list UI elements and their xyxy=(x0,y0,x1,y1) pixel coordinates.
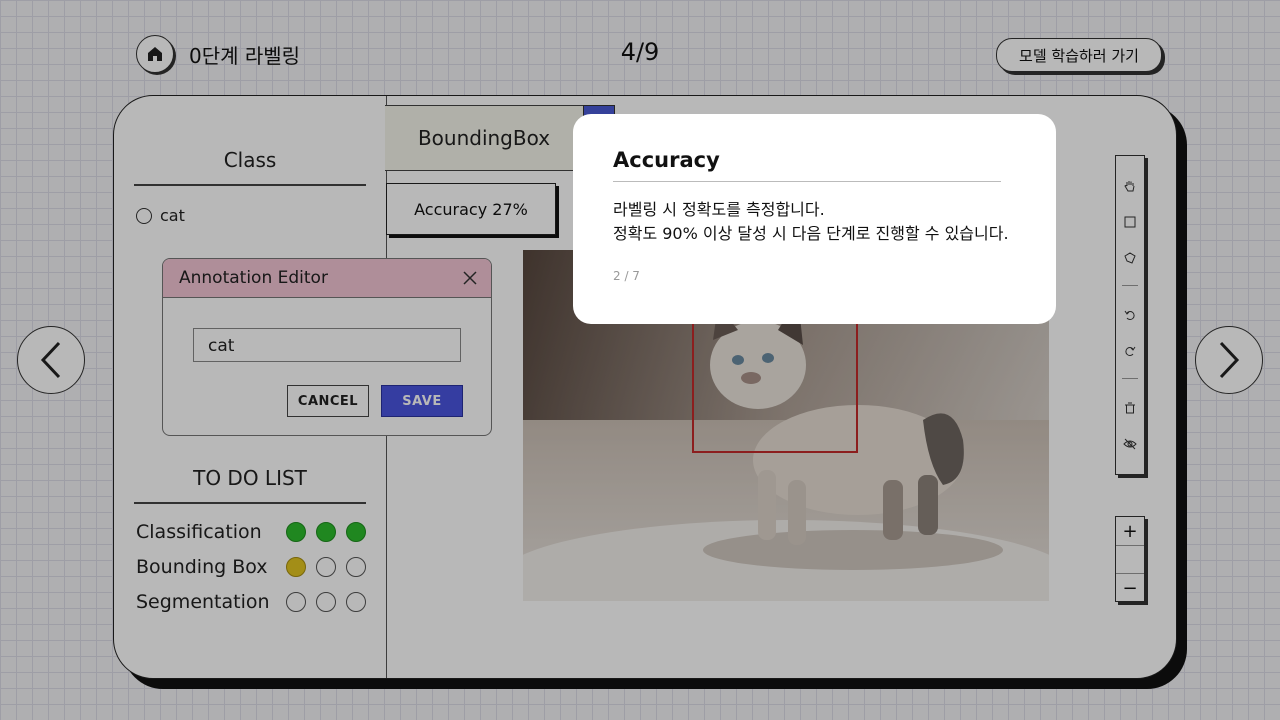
modal-backdrop[interactable] xyxy=(0,0,1280,720)
modal-title: Accuracy xyxy=(613,148,720,172)
tutorial-modal: Accuracy 라벨링 시 정확도를 측정합니다. 정확도 90% 이상 달성… xyxy=(573,114,1056,324)
modal-line: 라벨링 시 정확도를 측정합니다. xyxy=(613,200,825,219)
modal-divider xyxy=(613,181,1001,182)
modal-line: 정확도 90% 이상 달성 시 다음 단계로 진행할 수 있습니다. xyxy=(613,224,1009,243)
modal-body: 라벨링 시 정확도를 측정합니다. 정확도 90% 이상 달성 시 다음 단계로… xyxy=(613,198,1009,246)
step-indicator: 2 / 7 xyxy=(613,269,640,283)
